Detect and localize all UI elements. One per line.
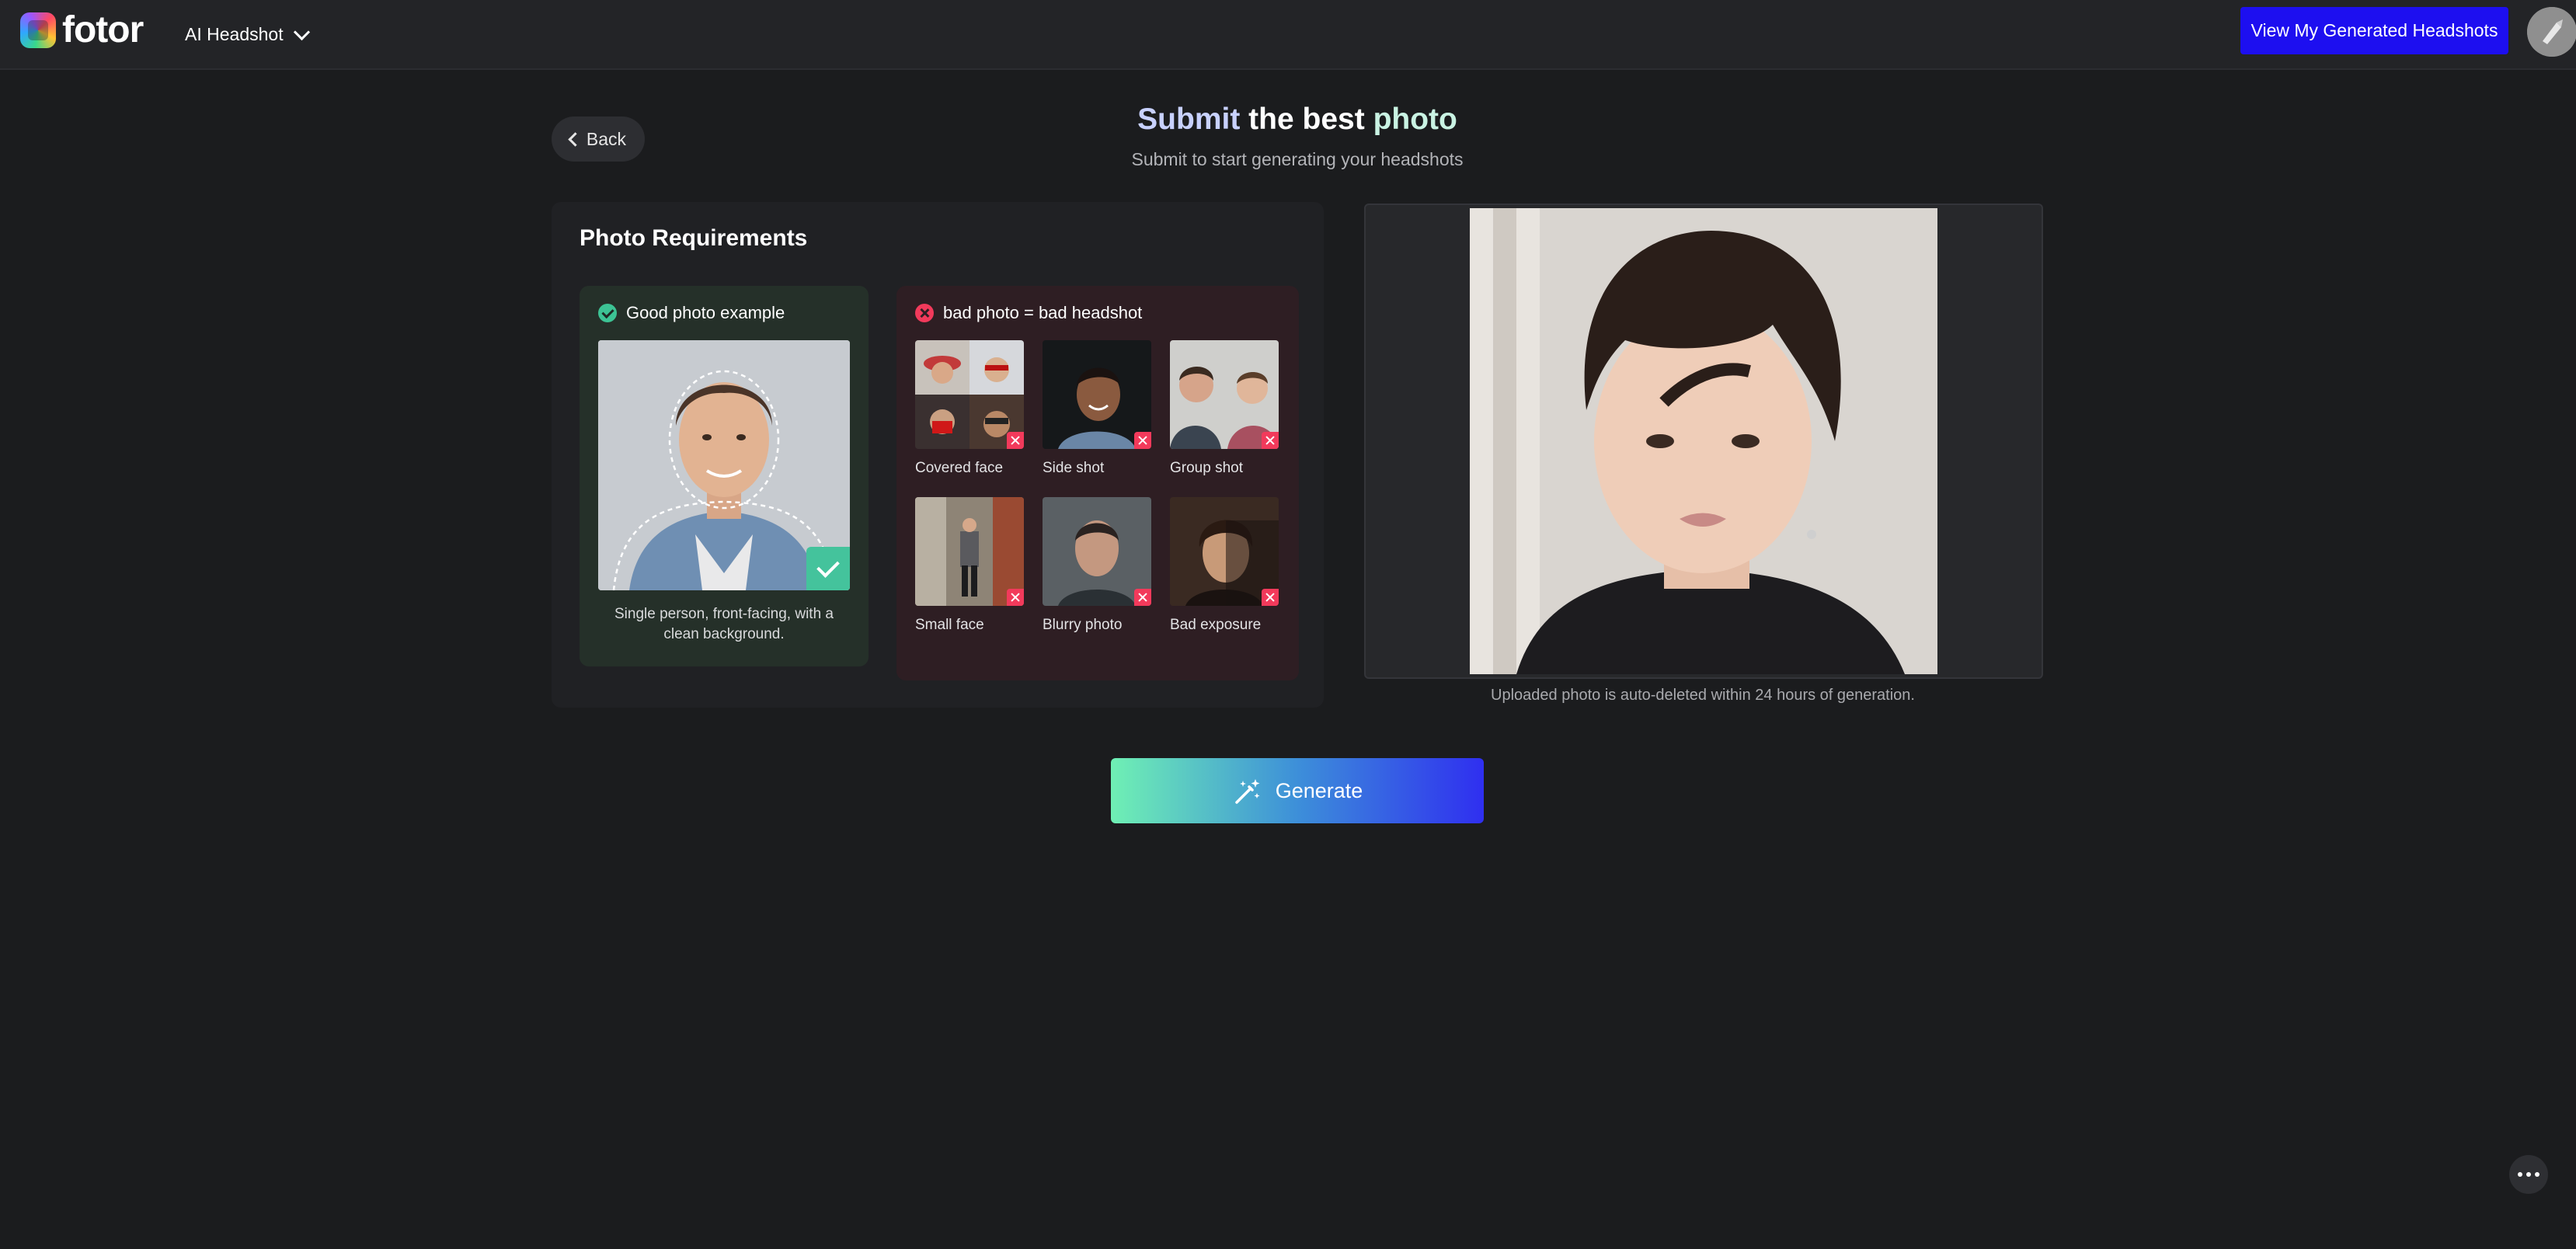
avatar[interactable] — [2527, 7, 2576, 57]
checkmark-icon — [806, 547, 850, 590]
bad-mark-icon — [1134, 432, 1151, 449]
avatar-placeholder-icon — [2527, 7, 2576, 57]
good-photo-example-image — [598, 340, 850, 590]
uploaded-photo-preview[interactable] — [1364, 204, 2043, 679]
bad-example-bad-exposure: Bad exposure — [1170, 497, 1279, 634]
page-title: Submit the best photo — [0, 103, 2576, 137]
good-heading-label: Good photo example — [626, 303, 785, 322]
bad-example-thumbnail — [1043, 497, 1151, 606]
bad-example-covered-face: Covered face — [915, 340, 1024, 477]
product-menu-label: AI Headshot — [185, 23, 284, 44]
bad-mark-icon — [1007, 589, 1024, 606]
bad-example-group-shot: Group shot — [1170, 340, 1279, 477]
bad-example-thumbnail — [1170, 497, 1279, 606]
bad-example-thumbnail — [1170, 340, 1279, 449]
bad-photo-card: bad photo = bad headshot Covered face Si… — [896, 286, 1299, 680]
good-photo-heading: Good photo example — [598, 303, 785, 323]
good-photo-caption: Single person, front-facing, with a clea… — [614, 606, 834, 642]
bad-heading-label: bad photo = bad headshot — [943, 303, 1143, 322]
view-generated-headshots-button[interactable]: View My Generated Headshots — [2240, 7, 2508, 54]
check-circle-icon — [598, 304, 617, 322]
uploaded-portrait-illustration — [1470, 208, 1937, 674]
bad-mark-icon — [1134, 589, 1151, 606]
bad-example-label: Blurry photo — [1043, 617, 1123, 633]
bad-example-thumbnail — [915, 340, 1024, 449]
requirements-title: Photo Requirements — [580, 225, 808, 251]
bad-example-small-face: Small face — [915, 497, 1024, 634]
x-circle-icon — [915, 304, 934, 322]
bad-example-label: Small face — [915, 617, 984, 633]
auto-delete-note: Uploaded photo is auto-deleted within 24… — [1491, 687, 1915, 704]
photo-requirements-panel: Photo Requirements Good photo example Si… — [552, 202, 1324, 708]
title-word: best — [1302, 103, 1365, 136]
page-subtitle: Submit to start generating your headshot… — [1131, 149, 1464, 169]
bad-mark-icon — [1262, 432, 1279, 449]
bad-example-label: Side shot — [1043, 460, 1105, 476]
title-word: photo — [1373, 103, 1457, 136]
top-bar: fotor AI Headshot View My Generated Head… — [0, 0, 2576, 70]
chevron-down-icon — [293, 23, 310, 40]
bad-mark-icon — [1007, 432, 1024, 449]
bad-mark-icon — [1262, 589, 1279, 606]
more-options-button[interactable] — [2509, 1155, 2548, 1194]
bad-example-side-shot: Side shot — [1043, 340, 1151, 477]
dot-icon — [2526, 1172, 2531, 1177]
logo-text: fotor — [62, 9, 144, 50]
generate-label: Generate — [1275, 778, 1363, 802]
bad-example-thumbnail — [1043, 340, 1151, 449]
bad-example-label: Bad exposure — [1170, 617, 1262, 633]
fotor-logo[interactable]: fotor — [20, 9, 144, 50]
bad-example-thumbnail — [915, 497, 1024, 606]
magic-wand-icon — [1234, 779, 1260, 804]
product-menu-ai-headshot[interactable]: AI Headshot — [185, 17, 310, 51]
generate-button[interactable]: Generate — [1111, 758, 1484, 823]
bad-example-blurry-photo: Blurry photo — [1043, 497, 1151, 634]
dot-icon — [2518, 1172, 2522, 1177]
dot-icon — [2535, 1172, 2539, 1177]
bad-example-label: Group shot — [1170, 460, 1243, 476]
bad-example-label: Covered face — [915, 460, 1004, 476]
uploaded-photo-image — [1470, 208, 1937, 674]
fotor-logo-icon — [20, 12, 56, 48]
good-photo-card: Good photo example Single person, front-… — [580, 286, 869, 666]
title-word: Submit — [1137, 103, 1241, 136]
title-word: the — [1248, 103, 1294, 136]
bad-photo-heading: bad photo = bad headshot — [915, 303, 1142, 323]
